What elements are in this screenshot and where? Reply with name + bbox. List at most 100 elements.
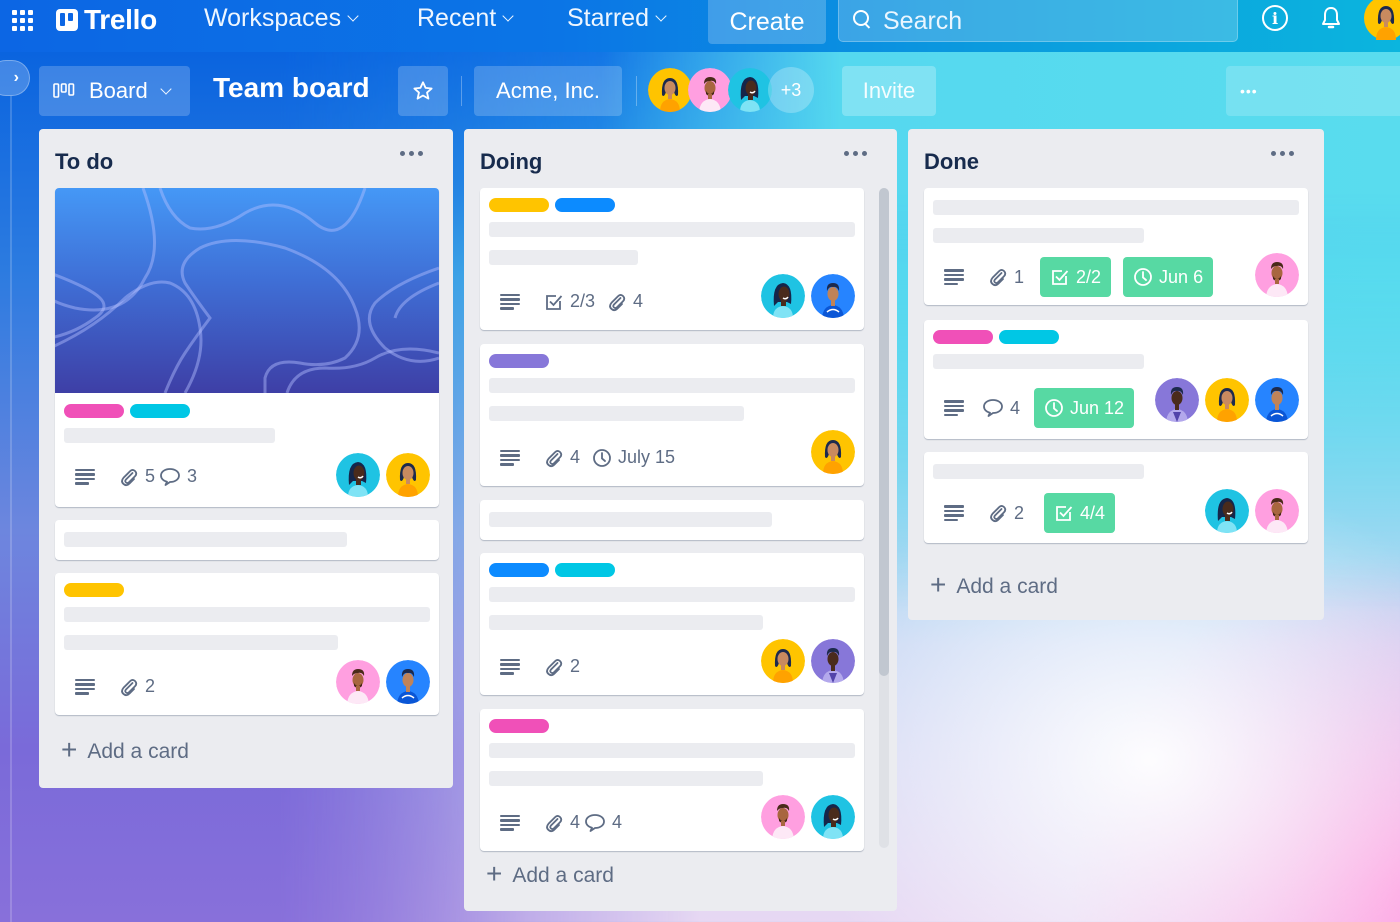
workspaces-menu[interactable]: Workspaces	[204, 2, 359, 34]
attachments-badge: 5	[119, 466, 155, 487]
star-icon	[413, 81, 433, 100]
star-board-button[interactable]	[398, 66, 448, 116]
member-avatar[interactable]	[811, 274, 855, 318]
card-members	[1255, 253, 1299, 297]
due-date-complete-badge: Jun 12	[1034, 388, 1135, 428]
card[interactable]: 2	[55, 573, 439, 715]
plus-icon: +	[486, 858, 503, 889]
member-avatar[interactable]	[688, 68, 732, 112]
list-menu-icon[interactable]	[1271, 151, 1294, 156]
member-avatar[interactable]	[1255, 378, 1299, 422]
chevron-down-icon	[655, 9, 667, 22]
member-avatar[interactable]	[761, 274, 805, 318]
starred-menu[interactable]: Starred	[567, 2, 667, 34]
member-avatar[interactable]	[336, 453, 380, 497]
member-avatar[interactable]	[761, 795, 805, 839]
member-avatar[interactable]	[1205, 378, 1249, 422]
card-label-cyan	[999, 330, 1059, 344]
info-icon[interactable]: i	[1262, 5, 1288, 31]
paperclip-icon	[988, 267, 1008, 287]
card[interactable]	[480, 500, 864, 540]
card[interactable]: 4 4	[480, 709, 864, 851]
recent-menu[interactable]: Recent	[417, 2, 514, 34]
search-box[interactable]	[838, 0, 1238, 42]
board-view-switcher[interactable]: Board	[39, 66, 190, 116]
card[interactable]: 5 3	[55, 188, 439, 507]
app-name: Trello	[84, 4, 157, 35]
card-title-placeholder	[64, 607, 430, 622]
notifications-bell-icon[interactable]	[1320, 5, 1342, 31]
list-title[interactable]: To do	[55, 149, 113, 175]
list-title[interactable]: Done	[924, 149, 979, 175]
description-icon	[500, 814, 520, 831]
member-avatar[interactable]	[336, 660, 380, 704]
card-members	[761, 274, 855, 318]
card-title-placeholder	[933, 354, 1144, 369]
list-menu-icon[interactable]	[400, 151, 423, 156]
comments-badge: 4	[982, 398, 1020, 419]
checklist-icon	[544, 292, 564, 312]
paperclip-icon	[988, 503, 1008, 523]
card[interactable]: 2	[480, 553, 864, 695]
card-badges: 2 4/4	[944, 493, 1127, 533]
add-card-button[interactable]: + Add a card	[930, 571, 1058, 599]
list-title[interactable]: Doing	[480, 149, 542, 175]
member-avatar[interactable]	[1255, 253, 1299, 297]
create-button[interactable]: Create	[708, 0, 826, 44]
list-to-do: To do 5 3 2 + Add a card	[39, 129, 453, 788]
member-avatar[interactable]	[1205, 489, 1249, 533]
paperclip-icon	[544, 657, 564, 677]
board-menu-button[interactable]: •••	[1226, 66, 1400, 116]
card-members	[336, 660, 430, 704]
card[interactable]: 2/3 4	[480, 188, 864, 330]
board-title[interactable]: Team board	[213, 72, 370, 104]
card-title-placeholder	[489, 615, 763, 630]
add-card-button[interactable]: + Add a card	[61, 736, 189, 764]
card[interactable]: 4 July 15	[480, 344, 864, 486]
member-avatar[interactable]	[811, 639, 855, 683]
due-date-complete-badge: Jun 6	[1123, 257, 1214, 297]
chevron-down-icon	[347, 9, 359, 22]
member-avatar[interactable]	[761, 639, 805, 683]
card-label-cyan	[130, 404, 190, 418]
card-label-yellow	[489, 198, 549, 212]
card[interactable]	[55, 520, 439, 560]
card-label-blue	[555, 198, 615, 212]
card-title-placeholder	[64, 635, 338, 650]
list-menu-icon[interactable]	[844, 151, 867, 156]
card-title-placeholder	[489, 771, 763, 786]
workspace-button[interactable]: Acme, Inc.	[474, 66, 622, 116]
scrollbar-thumb[interactable]	[879, 188, 889, 676]
app-switcher-icon[interactable]	[10, 8, 34, 32]
list-doing: Doing 2/3 4 4 July 15 2 4 4 + Add a card	[464, 129, 897, 911]
member-avatar[interactable]	[811, 795, 855, 839]
card[interactable]: 2 4/4	[924, 452, 1308, 543]
card-title-placeholder	[64, 428, 275, 443]
member-avatar[interactable]	[648, 68, 692, 112]
member-avatar[interactable]	[728, 68, 772, 112]
card-members	[761, 795, 855, 839]
checklist-badge: 2/3	[544, 291, 595, 312]
list-scrollbar[interactable]	[879, 188, 889, 848]
trello-logo-icon	[56, 9, 78, 31]
more-members-button[interactable]: +3	[768, 67, 814, 113]
member-avatar[interactable]	[811, 430, 855, 474]
due-date-badge: July 15	[592, 447, 675, 468]
checklist-complete-badge: 4/4	[1044, 493, 1116, 533]
add-card-button[interactable]: + Add a card	[486, 858, 614, 889]
invite-button[interactable]: Invite	[842, 66, 936, 116]
comment-icon	[982, 398, 1004, 418]
card-label-pink	[933, 330, 993, 344]
card[interactable]: 1 2/2 Jun 6	[924, 188, 1308, 305]
member-avatar[interactable]	[1155, 378, 1199, 422]
card[interactable]: 4 Jun 12	[924, 320, 1308, 439]
member-avatar[interactable]	[386, 660, 430, 704]
search-input[interactable]	[883, 7, 1203, 36]
trello-logo[interactable]: Trello	[56, 4, 157, 36]
member-avatar[interactable]	[1255, 489, 1299, 533]
card-label-pink	[64, 404, 124, 418]
member-avatar[interactable]	[386, 453, 430, 497]
add-card-label: Add a card	[956, 574, 1058, 598]
user-avatar[interactable]	[1364, 0, 1400, 40]
clock-icon	[1044, 398, 1064, 418]
